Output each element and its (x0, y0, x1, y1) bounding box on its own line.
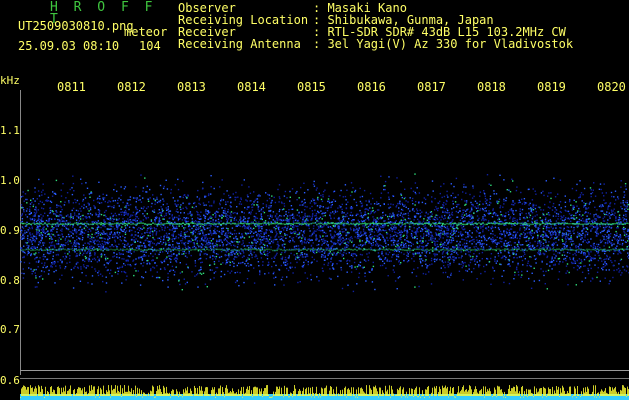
divider (20, 370, 629, 371)
spectrogram-canvas (20, 173, 629, 293)
detection-label: meteor (124, 25, 168, 39)
freq-tick: 0.7 (0, 323, 20, 336)
signal-strength-bars (20, 380, 629, 400)
datetime: 25.09.03 08:10 (18, 39, 120, 53)
freq-axis: 1.1 1.0 0.9 0.8 0.7 0.6 (0, 100, 22, 400)
info-label: Receiving Antenna (178, 37, 301, 51)
freq-tick: 1.0 (0, 174, 20, 187)
detection-count: 104 (139, 39, 161, 53)
spectrogram (20, 90, 629, 370)
station-info: Observer: Masaki Kano Receiving Location… (178, 2, 628, 50)
filename: UT2509030810.png (18, 19, 134, 33)
freq-tick: 0.6 (0, 374, 20, 387)
freq-tick: 1.1 (0, 124, 20, 137)
divider (20, 378, 629, 379)
info-value: : 3el Yagi(V) Az 330 for Vladivostok (313, 37, 574, 51)
signal-strength-canvas (20, 385, 629, 400)
info-row-antenna: Receiving Antenna : 3el Yagi(V) Az 330 fo… (178, 38, 628, 50)
freq-tick: 0.8 (0, 274, 20, 287)
freq-tick: 0.9 (0, 224, 20, 237)
header-meta: H R O F F T UT2509030810.png meteor 25.0… (0, 1, 175, 60)
